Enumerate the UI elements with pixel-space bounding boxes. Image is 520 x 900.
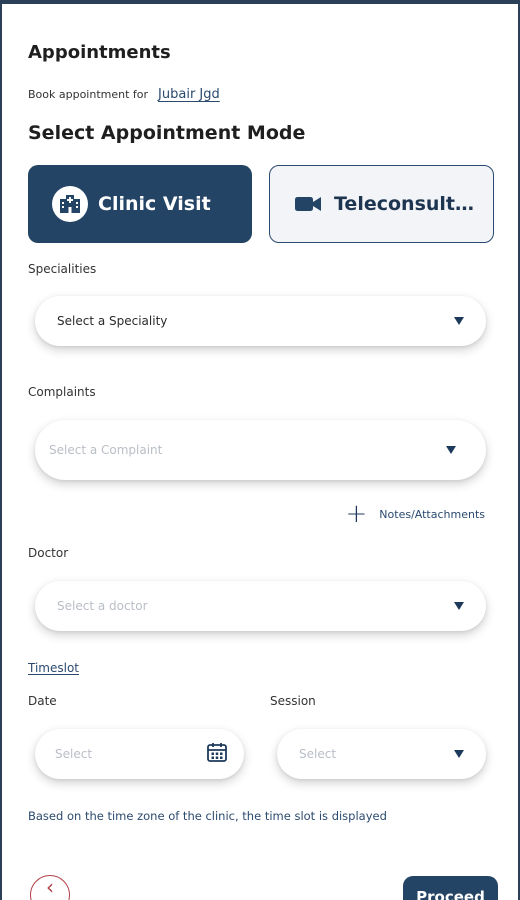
doctor-select[interactable]: Select a doctor (35, 581, 486, 631)
complaints-label: Complaints (28, 385, 96, 399)
left-border (0, 0, 2, 900)
calendar-icon[interactable] (206, 741, 228, 767)
page-title: Appointments (28, 42, 171, 63)
top-border (0, 0, 520, 4)
chevron-down-icon (454, 602, 464, 610)
chevron-down-icon (454, 750, 464, 758)
doctor-select-placeholder: Select a doctor (57, 599, 148, 613)
clinic-visit-label: Clinic Visit (98, 193, 211, 215)
date-picker[interactable]: Select (35, 729, 244, 779)
teleconsultation-label: Teleconsultation (334, 193, 484, 215)
back-button[interactable]: ‹ (30, 875, 70, 900)
patient-name-link[interactable]: Jubair Jgd (158, 87, 220, 102)
chevron-down-icon (454, 317, 464, 325)
date-picker-placeholder: Select (55, 747, 93, 761)
session-select[interactable]: Select (277, 729, 486, 779)
notes-attachments-button[interactable]: + Notes/Attachments (345, 499, 486, 529)
video-camera-icon (290, 186, 326, 222)
teleconsultation-button[interactable]: Teleconsultation (269, 165, 494, 243)
speciality-label: Specialities (28, 262, 97, 276)
speciality-select-value: Select a Speciality (57, 314, 168, 328)
timeslot-link[interactable]: Timeslot (28, 661, 79, 675)
complaint-select-placeholder: Select a Complaint (49, 443, 163, 457)
proceed-button[interactable]: Proceed (403, 876, 498, 900)
session-label: Session (270, 694, 316, 708)
timezone-note: Based on the time zone of the clinic, th… (28, 809, 387, 823)
date-label: Date (28, 694, 57, 708)
section-title: Select Appointment Mode (28, 122, 306, 144)
doctor-label: Doctor (28, 546, 69, 560)
plus-icon: + (345, 499, 368, 529)
book-for-row: Book appointment for Jubair Jgd (28, 87, 220, 102)
notes-attachments-label: Notes/Attachments (379, 507, 485, 521)
chevron-down-icon (446, 446, 456, 454)
complaint-select[interactable]: Select a Complaint (35, 420, 486, 480)
session-select-placeholder: Select (299, 747, 337, 761)
chevron-left-icon: ‹ (46, 875, 54, 899)
clinic-visit-button[interactable]: Clinic Visit (28, 165, 252, 243)
hospital-icon (52, 186, 88, 222)
speciality-select[interactable]: Select a Speciality (35, 296, 486, 346)
book-for-label: Book appointment for (28, 88, 149, 101)
